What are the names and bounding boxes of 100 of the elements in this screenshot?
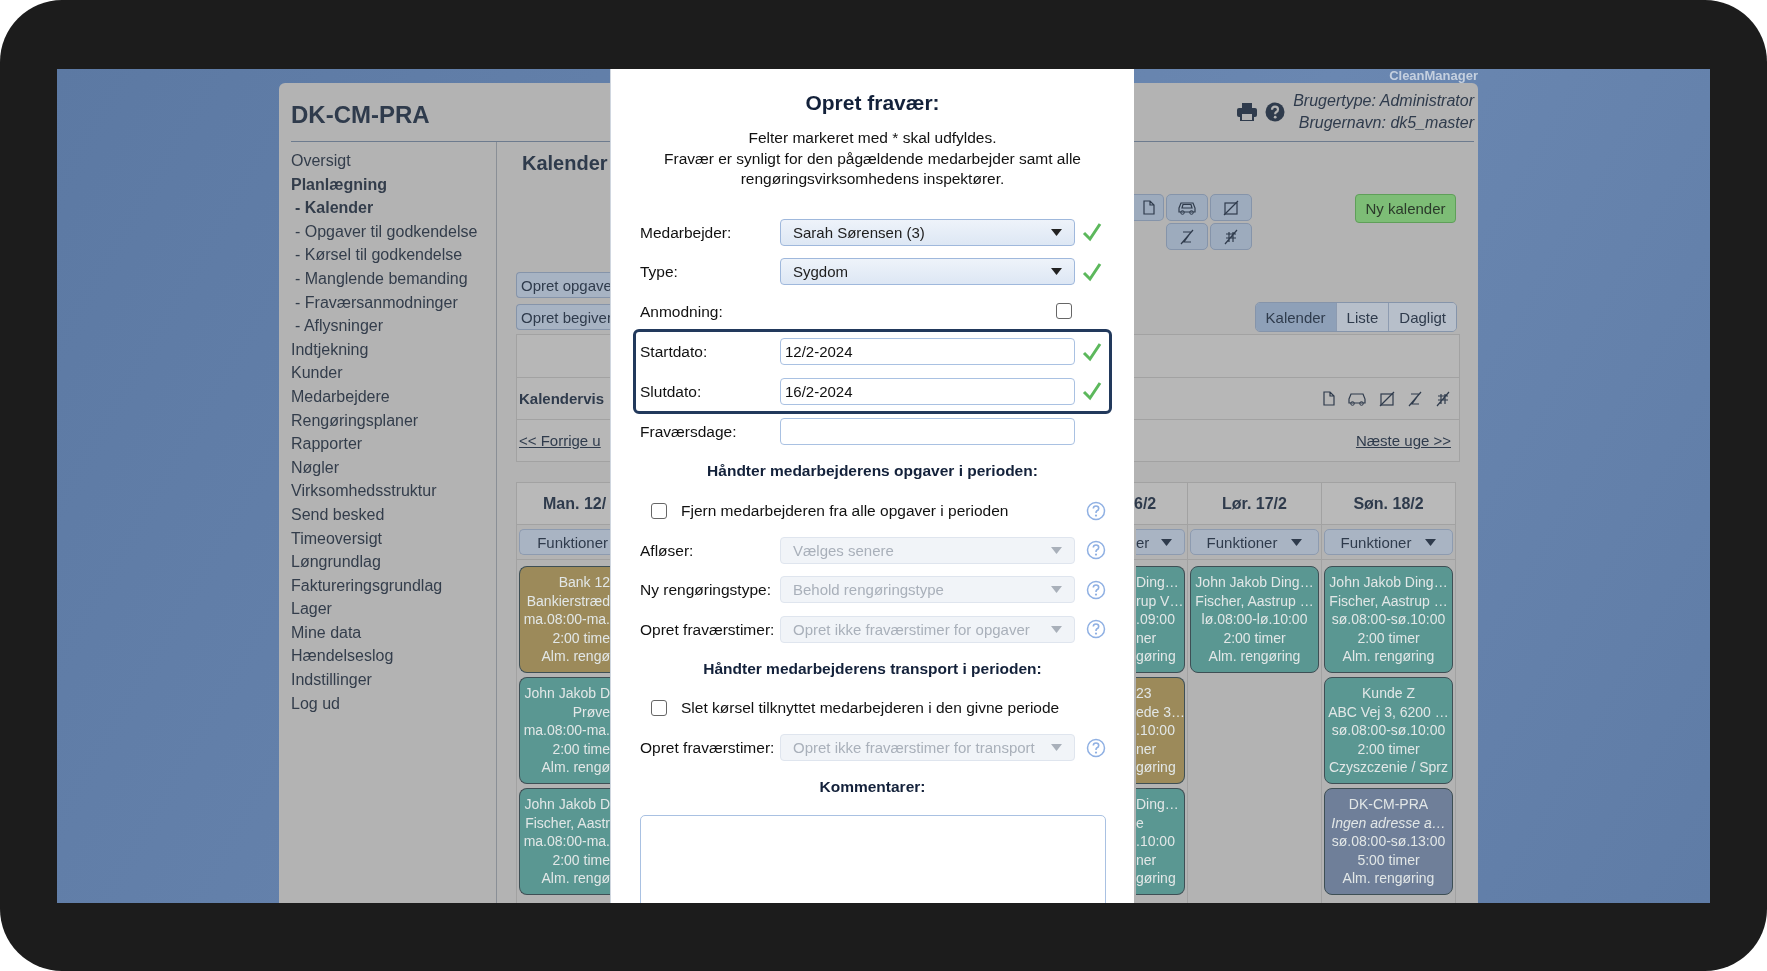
- slashed-symbol-button[interactable]: [1166, 223, 1208, 250]
- page-title: Kalender: [521, 151, 609, 175]
- slashed-square-button[interactable]: [1210, 194, 1252, 221]
- car-icon: [1177, 200, 1197, 215]
- event-type: Alm. rengøring: [1342, 647, 1435, 666]
- caret-icon: [1051, 268, 1062, 276]
- view-tab[interactable]: Liste: [1335, 303, 1389, 331]
- nav-subitem[interactable]: - Kalender: [291, 196, 374, 220]
- nav-subitem[interactable]: - Fraværsanmodninger: [291, 290, 458, 315]
- functions-button[interactable]: er: [1136, 529, 1185, 555]
- event-time: lø.08:00-lø.10:00: [1201, 610, 1308, 629]
- document-icon: [1142, 200, 1155, 215]
- nav-item[interactable]: Oversigt: [291, 149, 351, 173]
- checkbox[interactable]: [651, 700, 667, 717]
- day-header: Søn. 18/2: [1322, 482, 1455, 525]
- slashed-square-icon: [1379, 390, 1395, 407]
- create-button[interactable]: Opret begiver: [516, 304, 610, 330]
- car-button[interactable]: [1166, 194, 1208, 221]
- nav-item[interactable]: Lager: [291, 597, 332, 621]
- nav-item[interactable]: Nøgler: [291, 455, 339, 480]
- nav-item[interactable]: Faktureringsgrundlag: [291, 573, 443, 598]
- input-field[interactable]: 16/2-2024: [780, 377, 1075, 405]
- brand-name: CleanManager: [1389, 69, 1478, 83]
- event-title: Ding…: [1136, 795, 1179, 814]
- nav-item[interactable]: Rapporter: [291, 432, 363, 456]
- event-time: sø.08:00-sø.10:00: [1331, 721, 1446, 740]
- slashed-symbol-button[interactable]: [1210, 223, 1252, 250]
- event-card[interactable]: Bank 12 Bankierstræd ma.08:00-ma. 2:00 time Alm. rengø: [519, 566, 610, 673]
- event-duration: 5:00 timer: [1357, 850, 1420, 870]
- nav-item[interactable]: Løngrundlag: [291, 550, 381, 574]
- event-card[interactable]: DK-CM-PRA Ingen adresse a… sø.08:00-sø.13:00 5:00 timer Alm. rengøring: [1324, 788, 1453, 895]
- new-calendar-button[interactable]: Ny kalender: [1355, 194, 1456, 223]
- checkbox[interactable]: [651, 502, 667, 519]
- event-duration: 2:00 timer: [1357, 628, 1420, 648]
- input-field[interactable]: [780, 418, 1075, 446]
- nav-subitem[interactable]: - Kørsel til godkendelse: [291, 243, 463, 267]
- nav-item[interactable]: Log ud: [291, 691, 340, 716]
- event-time: .10:00: [1136, 832, 1175, 851]
- nav-item[interactable]: Medarbejdere: [291, 384, 390, 409]
- checkbox[interactable]: [1056, 303, 1072, 320]
- event-card[interactable]: John Jakob Ding… Fischer, Aastrup … lø.08:00-lø.10:00 2:00 timer Alm. rengøring: [1190, 566, 1319, 673]
- nav-item[interactable]: Virksomhedsstruktur: [291, 479, 437, 503]
- day-header: 6/2: [1134, 482, 1187, 525]
- nav-item[interactable]: Timeoversigt: [291, 526, 382, 551]
- event-type: Alm. rengøring: [1342, 869, 1435, 888]
- event-type: gøring: [1136, 758, 1176, 777]
- nav-item[interactable]: Indstillinger: [291, 668, 372, 692]
- caret-icon: [1051, 744, 1062, 752]
- nav-item[interactable]: Rengøringsplaner: [291, 408, 419, 433]
- event-time: .10:00: [1136, 721, 1175, 740]
- view-tab[interactable]: Dagligt: [1388, 303, 1456, 331]
- create-button[interactable]: Opret opgave: [516, 272, 610, 298]
- event-card[interactable]: Ding… rup V… .09:00 ner gøring: [1136, 566, 1185, 673]
- event-card[interactable]: Ding… e .10:00 ner gøring: [1136, 788, 1185, 895]
- previous-week-link[interactable]: << Forrige u: [519, 432, 601, 449]
- next-week-link[interactable]: Næste uge >>: [1355, 432, 1451, 449]
- document-button[interactable]: [1134, 194, 1164, 221]
- event-time: sø.08:00-sø.13:00: [1331, 832, 1446, 851]
- field-label: Slutdato:: [640, 381, 703, 401]
- event-address: ede 3…: [1136, 702, 1186, 722]
- event-card[interactable]: John Jakob D Prøve ma.08:00-ma. 2:00 time Alm. rengø: [519, 677, 610, 784]
- nav-subitem[interactable]: - Aflysninger: [291, 314, 384, 338]
- event-type: gøring: [1136, 869, 1176, 888]
- functions-button[interactable]: Funktioner: [519, 529, 610, 555]
- user-type: Brugertype: Administrator: [1293, 91, 1474, 111]
- print-icon[interactable]: [1237, 103, 1258, 121]
- event-card[interactable]: Kunde Z ABC Vej 3, 6200 … sø.08:00-sø.10:00 2:00 timer Czyszczenie / Sprz: [1324, 677, 1453, 784]
- slashed-square-icon: [1223, 199, 1239, 216]
- section-heading: Kommentarer:: [819, 778, 926, 797]
- event-type: Alm. rengøring: [1208, 647, 1301, 666]
- event-card[interactable]: 23 ede 3… .10:00 ner gøring: [1136, 677, 1185, 784]
- event-address: Prøve: [572, 702, 610, 722]
- event-type: Alm. rengø: [541, 647, 610, 666]
- event-duration: 2:00 timer: [1223, 628, 1286, 648]
- nav-item[interactable]: Mine data: [291, 620, 362, 645]
- nav-item[interactable]: Kunder: [291, 361, 343, 385]
- nav-item[interactable]: Planlægning: [291, 172, 387, 197]
- nav-subitem[interactable]: - Manglende bemanding: [291, 266, 468, 291]
- input-field[interactable]: 12/2-2024: [780, 338, 1075, 366]
- field-label: Anmodning:: [640, 301, 724, 321]
- functions-button[interactable]: Funktioner: [1324, 529, 1453, 555]
- event-address: Bankierstræd: [526, 591, 610, 611]
- dropdown[interactable]: Sygdom: [780, 258, 1075, 286]
- nav-item[interactable]: Send besked: [291, 502, 385, 527]
- caret-icon: [1051, 546, 1062, 554]
- event-card[interactable]: John Jakob D Fischer, Aastr ma.08:00-ma. 2:00 time Alm. rengø: [519, 788, 610, 895]
- help-icon[interactable]: [1265, 102, 1286, 122]
- field-label: Startdato:: [640, 342, 709, 362]
- event-type: Czyszczenie / Sprz: [1328, 758, 1448, 777]
- nav-item[interactable]: Indtjekning: [291, 337, 369, 362]
- event-card[interactable]: John Jakob Ding… Fischer, Aastrup … sø.08:00-sø.10:00 2:00 timer Alm. rengøring: [1324, 566, 1453, 673]
- nav-subitem[interactable]: - Opgaver til godkendelse: [291, 219, 478, 244]
- slashed-symbol-icon: [1179, 228, 1195, 245]
- nav-item[interactable]: Hændelseslog: [291, 644, 394, 669]
- slashed-symbol-icon: [1407, 390, 1423, 407]
- dropdown[interactable]: Sarah Sørensen (3): [780, 218, 1075, 246]
- event-title: John Jakob Ding…: [1195, 573, 1314, 592]
- view-tab[interactable]: Kalender: [1255, 303, 1336, 331]
- functions-button[interactable]: Funktioner: [1190, 529, 1319, 555]
- event-title: John Jakob D: [524, 684, 610, 703]
